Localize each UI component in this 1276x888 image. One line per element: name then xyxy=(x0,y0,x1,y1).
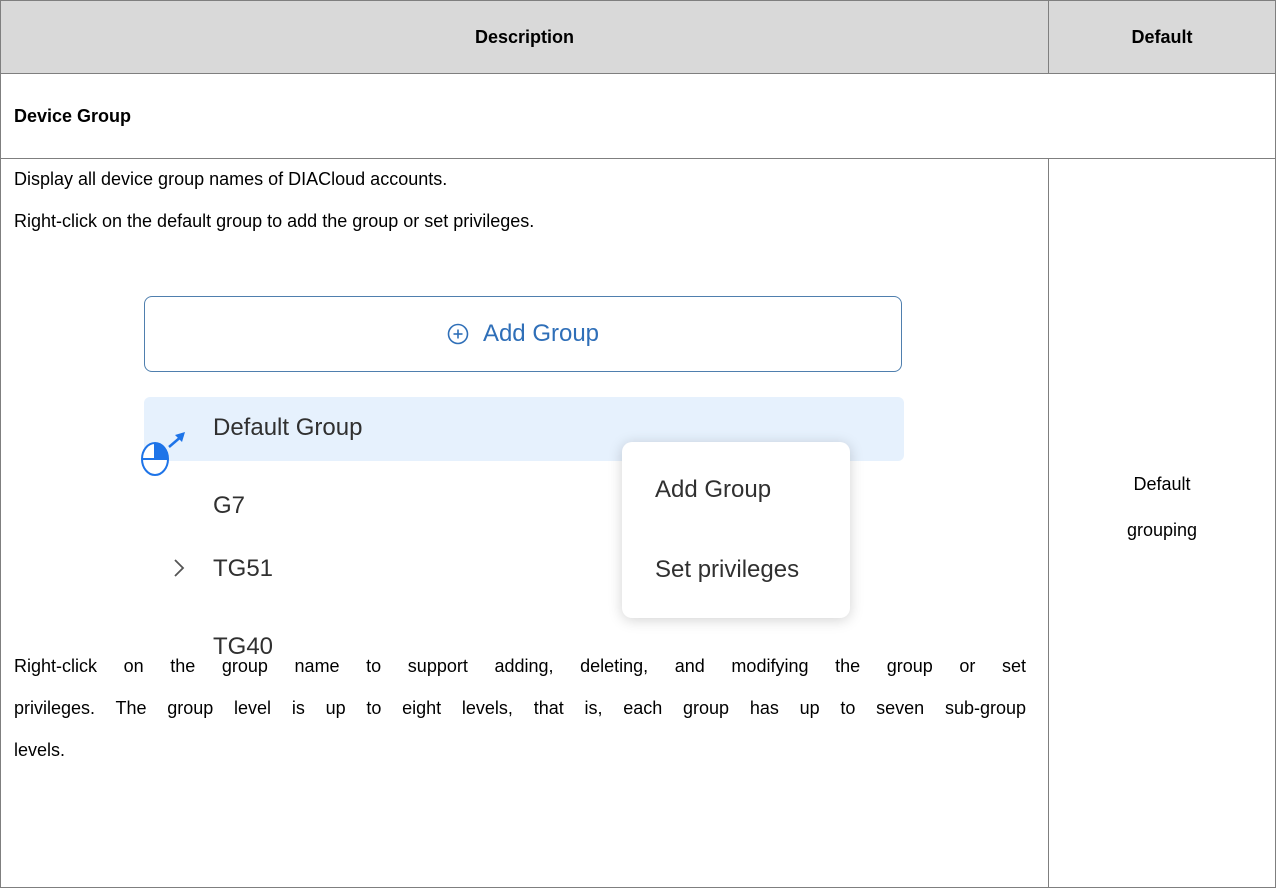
context-menu-add-group[interactable]: Add Group xyxy=(655,476,771,504)
description-cell: Display all device group names of DIAClo… xyxy=(1,159,1049,887)
paragraph-line-3: levels. xyxy=(14,740,66,760)
header-default: Default xyxy=(1131,26,1193,47)
header-description: Description xyxy=(1,1,1049,73)
paragraph-line-1: Right-click on the group name to support… xyxy=(14,656,1026,676)
table-row: Display all device group names of DIAClo… xyxy=(1,159,1275,887)
default-cell: Default grouping xyxy=(1049,159,1275,887)
chevron-right-icon[interactable] xyxy=(171,557,187,579)
add-group-button[interactable]: Add Group xyxy=(144,296,902,372)
section-row: Device Group xyxy=(1,74,1275,159)
paragraph-line-2: privileges. The group level is up to eig… xyxy=(14,698,1026,718)
spec-table: Description Default Device Group Display… xyxy=(0,0,1276,888)
device-group-illustration: Add Group Default Group G7 TG51 TG40 Add… xyxy=(1,159,1048,660)
tree-item-g7[interactable]: G7 xyxy=(213,492,245,520)
description-paragraph: Right-click on the group name to support… xyxy=(14,645,1026,771)
default-value: Default grouping xyxy=(1049,461,1275,553)
default-value-line-2: grouping xyxy=(1126,520,1198,540)
table-header-row: Description Default xyxy=(1,1,1275,74)
default-value-line-1: Default xyxy=(1133,474,1191,494)
add-group-button-label: Add Group xyxy=(482,320,600,347)
plus-circle-icon xyxy=(447,323,469,345)
tree-item-tg51[interactable]: TG51 xyxy=(213,555,273,583)
context-menu-set-privileges[interactable]: Set privileges xyxy=(655,556,799,584)
section-title: Device Group xyxy=(14,106,132,126)
mouse-right-click-icon xyxy=(141,432,185,476)
tree-item-default-group[interactable]: Default Group xyxy=(213,414,362,442)
context-menu: Add Group Set privileges xyxy=(622,442,850,618)
